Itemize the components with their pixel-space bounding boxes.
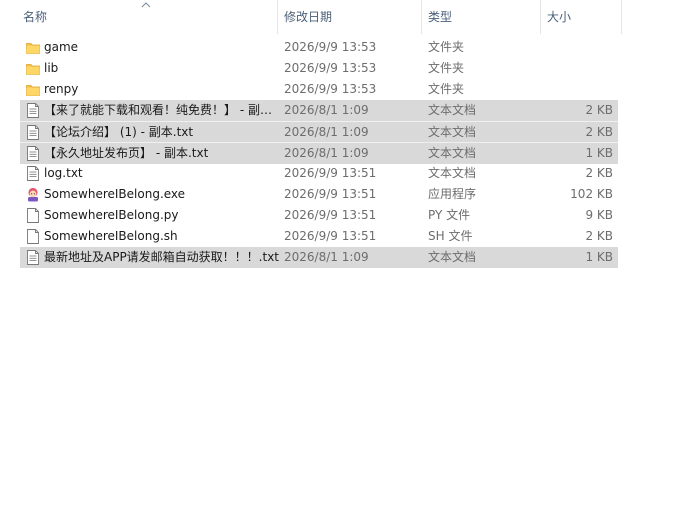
file-row[interactable]: SomewhereIBelong.exe 2026/9/9 13:51 应用程序 10… — [20, 184, 618, 205]
file-row[interactable]: SomewhereIBelong.sh 2026/9/9 13:51 SH 文件 2 … — [20, 226, 618, 247]
column-header-type[interactable]: 类型 — [422, 0, 541, 34]
file-name: SomewhereIBelong.exe — [44, 187, 186, 201]
file-size: 102 KB — [570, 187, 613, 201]
file-row[interactable]: SomewhereIBelong.py 2026/9/9 13:51 PY 文件 9 … — [20, 205, 618, 226]
file-name: game — [44, 40, 79, 54]
file-name: 最新地址及APP请发邮箱自动获取！！！.txt — [44, 250, 280, 264]
column-header-name[interactable]: 名称 — [17, 0, 278, 34]
file-date-modified: 2026/8/1 1:09 — [284, 146, 369, 160]
file-size: 2 KB — [585, 229, 613, 243]
file-name: 【永久地址发布页】 - 副本.txt — [44, 146, 209, 160]
blank-file-icon — [26, 208, 40, 223]
file-row[interactable]: log.txt 2026/9/9 13:51 文本文档 2 KB — [20, 163, 618, 184]
file-size: 2 KB — [585, 166, 613, 180]
file-type: 文本文档 — [428, 125, 477, 139]
file-type: 文件夹 — [428, 61, 465, 75]
text-file-icon — [26, 103, 40, 118]
file-date-modified: 2026/9/9 13:53 — [284, 61, 377, 75]
file-size: 1 KB — [585, 250, 613, 264]
file-date-modified: 2026/9/9 13:53 — [284, 82, 377, 96]
file-row[interactable]: lib 2026/9/9 13:53 文件夹 — [20, 58, 618, 79]
file-date-modified: 2026/8/1 1:09 — [284, 103, 369, 117]
text-file-icon — [26, 250, 40, 265]
app-exe-icon — [26, 187, 40, 202]
file-row-selected[interactable]: 【永久地址发布页】 - 副本.txt 2026/8/1 1:09 文本文档 1 KB — [20, 142, 618, 164]
file-name: log.txt — [44, 166, 83, 180]
file-type: 应用程序 — [428, 187, 477, 201]
file-date-modified: 2026/9/9 13:51 — [284, 229, 377, 243]
file-type: 文件夹 — [428, 82, 465, 96]
file-date-modified: 2026/8/1 1:09 — [284, 125, 369, 139]
file-size: 9 KB — [585, 208, 613, 222]
file-row-selected[interactable]: 【来了就能下载和观看！纯免费！】 - 副本.txt 2026/8/1 1:09 文本… — [20, 100, 618, 121]
file-size: 2 KB — [585, 125, 613, 139]
file-date-modified: 2026/9/9 13:51 — [284, 208, 377, 222]
folder-icon — [26, 61, 40, 76]
column-header-bar: 名称 修改日期 类型 大小 — [0, 0, 690, 34]
blank-file-icon — [26, 229, 40, 244]
file-type: 文本文档 — [428, 250, 477, 264]
text-file-icon — [26, 125, 40, 140]
file-name: SomewhereIBelong.py — [44, 208, 179, 222]
folder-icon — [26, 40, 40, 55]
column-header-date-modified[interactable]: 修改日期 — [278, 0, 422, 34]
file-type: 文本文档 — [428, 166, 477, 180]
file-type: 文本文档 — [428, 146, 477, 160]
file-name: 【来了就能下载和观看！纯免费！】 - 副本.txt — [44, 103, 280, 117]
file-name: 【论坛介绍】 (1) - 副本.txt — [44, 125, 194, 139]
file-type: SH 文件 — [428, 229, 473, 243]
file-date-modified: 2026/9/9 13:51 — [284, 187, 377, 201]
file-date-modified: 2026/9/9 13:51 — [284, 166, 377, 180]
file-name: renpy — [44, 82, 79, 96]
file-row[interactable]: renpy 2026/9/9 13:53 文件夹 — [20, 79, 618, 100]
file-date-modified: 2026/9/9 13:53 — [284, 40, 377, 54]
text-file-icon — [26, 146, 40, 161]
file-size: 1 KB — [585, 146, 613, 160]
text-file-icon — [26, 166, 40, 181]
file-date-modified: 2026/8/1 1:09 — [284, 250, 369, 264]
file-name: lib — [44, 61, 59, 75]
folder-icon — [26, 82, 40, 97]
file-row-selected[interactable]: 【论坛介绍】 (1) - 副本.txt 2026/8/1 1:09 文本文档 2 KB — [20, 121, 618, 143]
file-type: 文件夹 — [428, 40, 465, 54]
file-row-selected[interactable]: 最新地址及APP请发邮箱自动获取！！！.txt 2026/8/1 1:09 文本文档… — [20, 247, 618, 268]
column-header-size[interactable]: 大小 — [541, 0, 622, 34]
file-name: SomewhereIBelong.sh — [44, 229, 178, 243]
file-type: 文本文档 — [428, 103, 477, 117]
file-row[interactable]: game 2026/9/9 13:53 文件夹 — [20, 37, 618, 58]
file-type: PY 文件 — [428, 208, 471, 222]
file-size: 2 KB — [585, 103, 613, 117]
